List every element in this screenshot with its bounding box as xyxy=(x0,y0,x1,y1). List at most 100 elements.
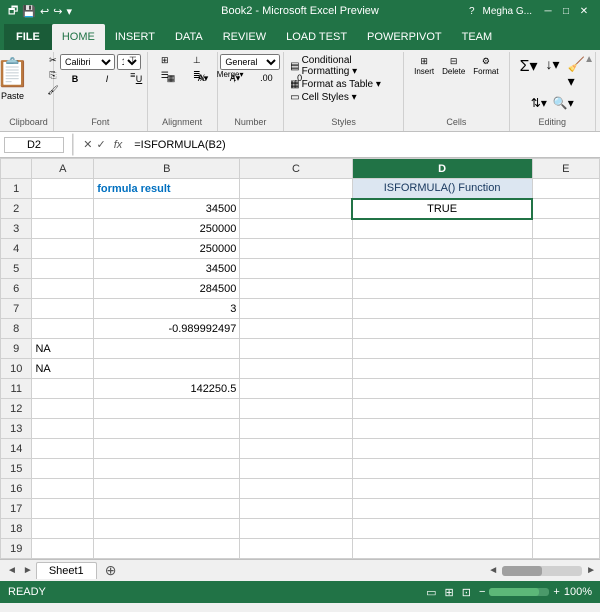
zoom-in-button[interactable]: + xyxy=(553,586,559,598)
cell-e4[interactable] xyxy=(532,239,599,259)
cell-b5[interactable]: 34500 xyxy=(94,259,240,279)
percent-button[interactable]: % xyxy=(187,72,217,84)
cell-styles-button[interactable]: ▭ Cell Styles ▾ xyxy=(288,91,399,104)
cell-e3[interactable] xyxy=(532,219,599,239)
cell-b3[interactable]: 250000 xyxy=(94,219,240,239)
increase-decimal-button[interactable]: .00 xyxy=(251,72,281,84)
tab-insert[interactable]: INSERT xyxy=(105,24,165,50)
cell-e7[interactable] xyxy=(532,299,599,319)
zoom-out-button[interactable]: − xyxy=(479,586,485,598)
add-sheet-button[interactable]: ⊕ xyxy=(97,560,125,581)
cell-a5[interactable] xyxy=(32,259,94,279)
font-family-select[interactable]: Calibri xyxy=(60,54,115,70)
cell-a3[interactable] xyxy=(32,219,94,239)
autosum-button[interactable]: Σ▾ xyxy=(518,54,540,92)
formula-cancel-button[interactable]: ✕ xyxy=(83,138,92,151)
cell-d5[interactable] xyxy=(352,259,532,279)
align-left-button[interactable]: ≡ xyxy=(118,69,148,82)
cell-a1[interactable] xyxy=(32,179,94,199)
ribbon-collapse-button[interactable]: ▲ xyxy=(584,54,594,65)
tab-powerpivot[interactable]: POWERPIVOT xyxy=(357,24,452,50)
cell-e5[interactable] xyxy=(532,259,599,279)
cell-d1[interactable]: ISFORMULA() Function xyxy=(352,179,532,199)
number-format-select[interactable]: General xyxy=(220,54,280,70)
cell-c5[interactable] xyxy=(240,259,352,279)
cell-c7[interactable] xyxy=(240,299,352,319)
cell-c6[interactable] xyxy=(240,279,352,299)
align-middle-button[interactable]: ⊞ xyxy=(150,54,180,67)
formula-enter-button[interactable]: ✓ xyxy=(96,138,105,151)
cell-a8[interactable] xyxy=(32,319,94,339)
cell-a6[interactable] xyxy=(32,279,94,299)
cell-b9[interactable] xyxy=(94,339,240,359)
cell-e9[interactable] xyxy=(532,339,599,359)
quick-access-redo[interactable]: ↪ xyxy=(53,5,62,18)
user-info[interactable]: Megha G... xyxy=(483,6,532,17)
quick-access-dropdown[interactable]: ▾ xyxy=(66,5,72,18)
tab-file[interactable]: FILE xyxy=(4,24,52,50)
cell-a2[interactable] xyxy=(32,199,94,219)
insert-cells-button[interactable]: ⊞ Insert xyxy=(412,54,436,78)
cell-b6[interactable]: 284500 xyxy=(94,279,240,299)
cell-c2[interactable] xyxy=(240,199,352,219)
cell-a10[interactable]: NA xyxy=(32,359,94,379)
cell-c1[interactable] xyxy=(240,179,352,199)
cell-c4[interactable] xyxy=(240,239,352,259)
cell-e6[interactable] xyxy=(532,279,599,299)
cell-a7[interactable] xyxy=(32,299,94,319)
cell-d3[interactable] xyxy=(352,219,532,239)
page-break-button[interactable]: ⊡ xyxy=(462,586,471,599)
cell-e2[interactable] xyxy=(532,199,599,219)
minimize-button[interactable]: ─ xyxy=(540,6,556,17)
cell-c9[interactable] xyxy=(240,339,352,359)
cell-a9[interactable]: NA xyxy=(32,339,94,359)
maximize-button[interactable]: □ xyxy=(558,6,574,17)
paste-button[interactable]: 📋 Paste xyxy=(0,54,36,103)
cell-d9[interactable] xyxy=(352,339,532,359)
col-header-c[interactable]: C xyxy=(240,159,352,179)
find-select-button[interactable]: 🔍▾ xyxy=(551,94,576,112)
tab-data[interactable]: DATA xyxy=(165,24,213,50)
cell-d4[interactable] xyxy=(352,239,532,259)
cell-d6[interactable] xyxy=(352,279,532,299)
col-header-b[interactable]: B xyxy=(94,159,240,179)
page-layout-button[interactable]: ⊞ xyxy=(445,586,454,599)
sort-filter-button[interactable]: ⇅▾ xyxy=(529,94,549,112)
quick-access-undo[interactable]: ↩ xyxy=(40,5,49,18)
quick-access-save[interactable]: 💾 xyxy=(22,5,36,18)
fill-button[interactable]: ↓▾ xyxy=(544,54,562,92)
zoom-slider[interactable] xyxy=(489,588,549,596)
cell-d8[interactable] xyxy=(352,319,532,339)
align-top-button[interactable]: ⊤ xyxy=(118,54,148,67)
cell-e1[interactable] xyxy=(532,179,599,199)
cell-a11[interactable] xyxy=(32,379,94,399)
scroll-right-button[interactable]: ► xyxy=(20,565,36,576)
delete-cells-button[interactable]: ⊟ Delete xyxy=(440,54,467,78)
cell-e10[interactable] xyxy=(532,359,599,379)
cell-b7[interactable]: 3 xyxy=(94,299,240,319)
align-center-button[interactable]: ☰ xyxy=(150,69,180,82)
bold-button[interactable]: B xyxy=(60,73,90,85)
cell-c8[interactable] xyxy=(240,319,352,339)
help-icon[interactable]: ? xyxy=(469,6,475,17)
tab-home[interactable]: HOME xyxy=(52,24,105,50)
format-as-table-button[interactable]: ▦ Format as Table ▾ xyxy=(288,78,399,91)
cell-a4[interactable] xyxy=(32,239,94,259)
sheet-tab-1[interactable]: Sheet1 xyxy=(36,562,97,579)
comma-button[interactable]: , xyxy=(219,72,249,84)
cell-d2[interactable]: TRUE xyxy=(352,199,532,219)
col-header-e[interactable]: E xyxy=(532,159,599,179)
name-box[interactable]: D2 xyxy=(4,137,64,153)
cell-e11[interactable] xyxy=(532,379,599,399)
scroll-left-button[interactable]: ◄ xyxy=(4,565,20,576)
close-button[interactable]: ✕ xyxy=(576,6,592,17)
cell-b11[interactable]: 142250.5 xyxy=(94,379,240,399)
normal-view-button[interactable]: ▭ xyxy=(426,586,436,599)
formula-input[interactable]: =ISFORMULA(B2) xyxy=(130,138,596,152)
cell-b4[interactable]: 250000 xyxy=(94,239,240,259)
col-header-d[interactable]: D xyxy=(352,159,532,179)
horizontal-scrollbar[interactable]: ◄ ► xyxy=(488,565,596,576)
cell-b10[interactable] xyxy=(94,359,240,379)
cell-c3[interactable] xyxy=(240,219,352,239)
fx-button[interactable]: fx xyxy=(110,139,127,151)
